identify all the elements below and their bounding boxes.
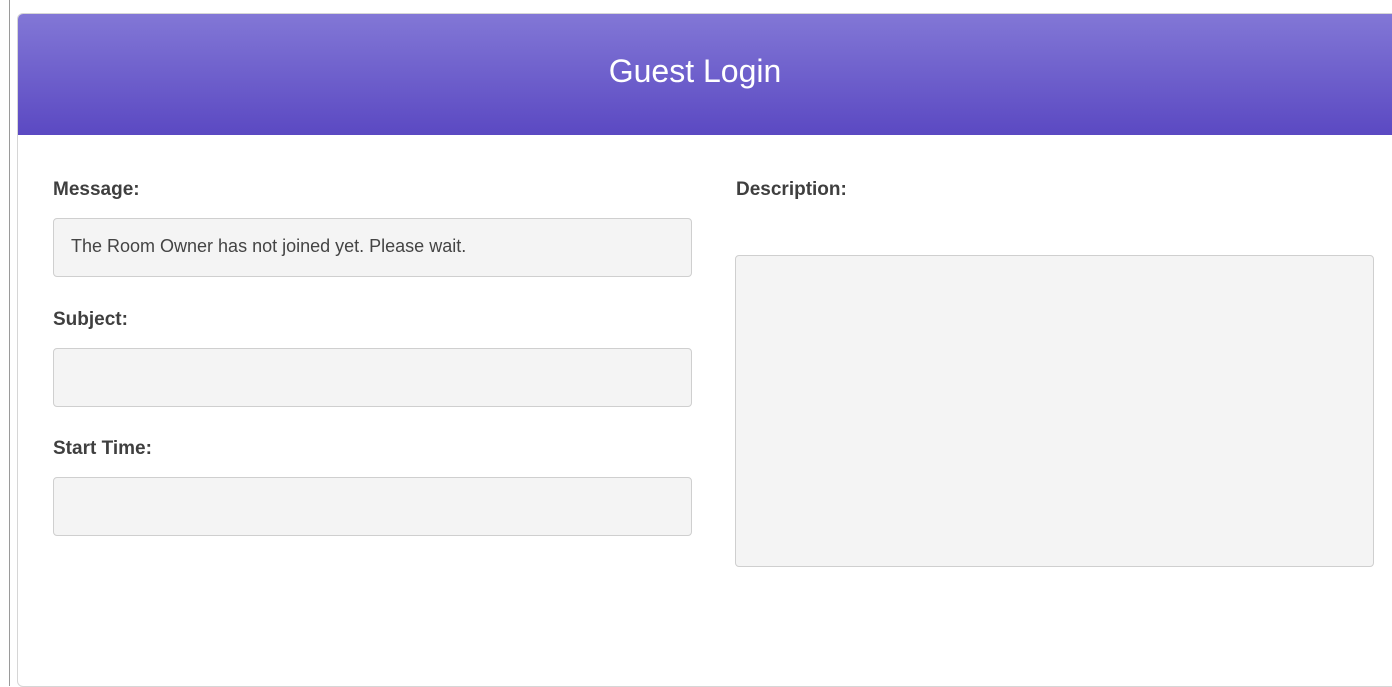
guest-login-panel: Guest Login Message: The Room Owner has … — [17, 13, 1392, 687]
description-field[interactable] — [735, 255, 1374, 567]
window-edge — [9, 0, 10, 686]
message-field[interactable]: The Room Owner has not joined yet. Pleas… — [53, 218, 692, 277]
message-label: Message: — [53, 179, 140, 200]
page-title: Guest Login — [608, 53, 782, 89]
message-value: The Room Owner has not joined yet. Pleas… — [71, 236, 467, 256]
start-time-label: Start Time: — [53, 438, 152, 459]
subject-field[interactable] — [53, 348, 692, 407]
description-label: Description: — [736, 179, 847, 200]
subject-label: Subject: — [53, 309, 128, 330]
start-time-field[interactable] — [53, 477, 692, 536]
panel-header: Guest Login — [18, 14, 1392, 135]
